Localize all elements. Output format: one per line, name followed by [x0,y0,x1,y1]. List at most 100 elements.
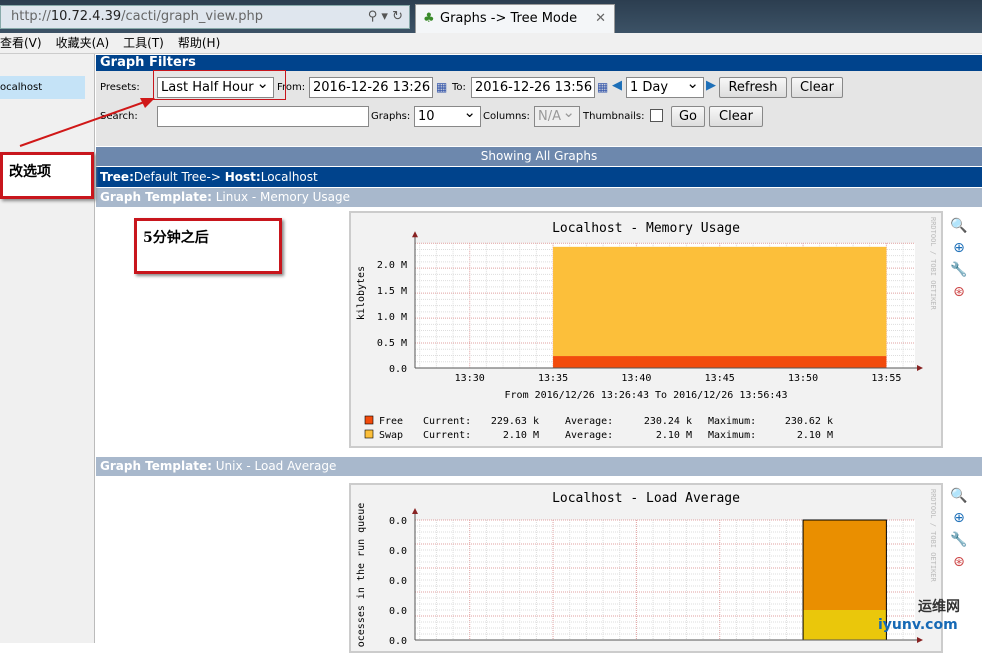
series-area-1 [803,520,887,610]
legend-name: Free [379,416,403,427]
x-tick-label: 13:50 [788,373,818,384]
chart-title: Localhost - Load Average [552,491,740,506]
tab-title: Graphs -> Tree Mode [440,11,578,26]
edit-icon[interactable]: 🔧 [950,259,968,281]
calendar-icon[interactable]: ▦ [597,80,608,94]
template-value: Linux - Memory Usage [215,190,351,204]
go-button[interactable]: Go [671,106,705,127]
legend-current: 229.63 k [491,416,539,427]
rrd-credit: RRDTOOL / TOBI OETIKER [929,489,937,582]
legend-maximum-label: Maximum: [708,430,756,441]
legend-name: Swap [379,430,403,441]
y-arrow [412,508,418,514]
tree-value: Default Tree-> [133,170,221,184]
x-tick-label: 13:35 [538,373,568,384]
y-tick-label: 2.0 M [377,260,407,271]
shift-left-icon[interactable]: ◀ [612,78,622,93]
y-tick-label: 1.5 M [377,286,407,297]
graph-template-header: Graph Template: Unix - Load Average [96,457,982,476]
x-arrow [917,365,923,371]
tree-breadcrumb: Tree:Default Tree-> Host:Localhost [96,167,982,187]
y-tick-label: 0.0 [389,364,407,375]
top-icon[interactable]: ⊛ [950,551,968,573]
host-label: Host: [224,170,261,184]
x-tick-label: 13:55 [871,373,901,384]
legend-average: 2.10 M [656,430,692,441]
x-arrow [917,637,923,643]
y-tick-label: 0.0 [389,546,407,557]
legend-average-label: Average: [565,430,613,441]
to-input[interactable]: 2016-12-26 13:56 [471,77,595,98]
thumbnails-checkbox[interactable] [650,109,663,122]
clear-button[interactable]: Clear [791,77,843,98]
memory-chart: Localhost - Memory Usage 0.0 0.5 M 1.0 M 1.5… [356,221,923,441]
x-tick-label: 13:30 [455,373,485,384]
graph-actions: 🔍 ⊕ 🔧 ⊛ [950,215,968,303]
legend-swatch [364,429,374,439]
shift-right-icon[interactable]: ▶ [706,78,716,93]
graphs-label: Graphs: [371,111,411,122]
graph-filters-header: Graph Filters [96,55,982,71]
host-value: Localhost [260,170,318,184]
legend-maximum: 230.62 k [785,416,833,427]
y-tick-label: 0.0 [389,516,407,527]
graph-template-header: Graph Template: Linux - Memory Usage [96,188,982,207]
legend-swatch [364,415,374,425]
graphs-select[interactable]: 10 [414,103,481,127]
refresh-button[interactable]: Refresh [719,77,787,98]
export-icon[interactable]: ⊕ [950,237,968,259]
memory-usage-graph[interactable]: Localhost - Memory Usage 0.0 0.5 M 1.0 M 1.5… [349,211,943,448]
legend-current-label: Current: [423,416,471,427]
load-average-graph[interactable]: Localhost - Load Average 0.0 0.0 0.0 0.0 0.0 o… [349,483,943,653]
y-tick-label: 0.5 M [377,338,407,349]
y-axis-label: ocesses in the run queue [356,503,367,648]
showing-all-graphs: Showing All Graphs [96,147,982,166]
x-axis-label: From 2016/12/26 13:26:43 To 2016/12/26 1… [505,390,788,401]
annotation-arrow [19,98,155,147]
chart-title: Localhost - Memory Usage [552,221,740,236]
thumbnails-label: Thumbnails: [583,111,645,122]
template-label: Graph Template: [100,459,212,473]
rrd-credit: RRDTOOL / TOBI OETIKER [929,217,937,310]
cactus-icon: ♣ [423,11,435,26]
from-input[interactable]: 2016-12-26 13:26 [309,77,433,98]
timespan-select[interactable]: 1 Day [626,74,704,98]
load-chart: Localhost - Load Average 0.0 0.0 0.0 0.0 0.0 o… [356,491,923,648]
x-tick-label: 13:40 [621,373,651,384]
template-value: Unix - Load Average [215,459,337,473]
legend-maximum: 2.10 M [797,430,833,441]
legend-maximum-label: Maximum: [708,416,756,427]
graph-actions: 🔍 ⊕ 🔧 ⊛ [950,485,968,573]
spacer [96,131,982,146]
template-label: Graph Template: [100,190,212,204]
top-icon[interactable]: ⊛ [950,281,968,303]
legend-current-label: Current: [423,430,471,441]
tree-label: Tree: [100,170,134,184]
legend-current: 2.10 M [503,430,539,441]
series-area-1 [553,246,887,357]
close-tab-icon[interactable]: ✕ [595,5,606,32]
legend-average-label: Average: [565,416,613,427]
x-tick-label: 13:45 [705,373,735,384]
watermark-logo: 运维网 iyunv.com [878,599,960,633]
search-refresh-icon[interactable]: ⚲ ▾ ↻ [368,6,403,28]
browser-tab[interactable]: ♣ Graphs -> Tree Mode ✕ [415,4,615,33]
y-arrow [412,231,418,238]
legend-average: 230.24 k [644,416,692,427]
zoom-icon[interactable]: 🔍 [950,215,968,237]
y-tick-label: 0.0 [389,606,407,617]
zoom-icon[interactable]: 🔍 [950,485,968,507]
annotation-after-5-minutes: 5分钟之后 [134,218,282,274]
to-label: To: [452,82,466,93]
columns-select[interactable]: N/A [534,103,580,127]
series-area-0 [803,610,887,640]
series-area-0 [553,356,887,368]
y-tick-label: 0.0 [389,576,407,587]
export-icon[interactable]: ⊕ [950,507,968,529]
calendar-icon[interactable]: ▦ [436,80,447,94]
y-tick-label: 1.0 M [377,312,407,323]
clear-button-2[interactable]: Clear [709,106,763,127]
y-tick-label: 0.0 [389,636,407,647]
edit-icon[interactable]: 🔧 [950,529,968,551]
y-axis-label: kilobytes [356,266,367,320]
